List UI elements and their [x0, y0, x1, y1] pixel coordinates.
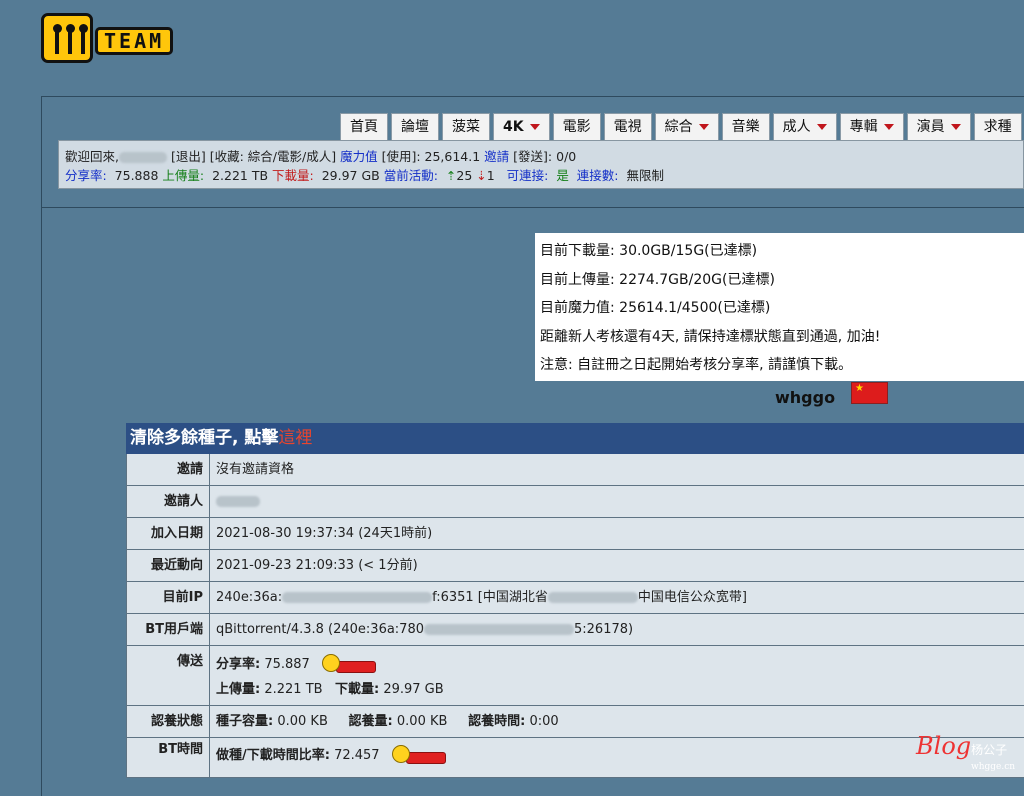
nav-tab[interactable]: 演員	[906, 113, 971, 140]
cleanup-link[interactable]: 這裡	[278, 428, 312, 448]
logout-link[interactable]: [退出]	[171, 149, 206, 164]
row-value: 2021-09-23 21:09:33 (< 1分前)	[216, 558, 418, 573]
nav-tab[interactable]: 成人	[772, 113, 837, 140]
china-flag-icon: ★	[851, 382, 888, 404]
notice-line: 目前魔力值: 25614.1/4500(已達標)	[540, 300, 771, 316]
invite-link[interactable]: 邀請	[484, 149, 509, 164]
seeding-value: 種子容量: 0.00 KB 認養量: 0.00 KB 認養時間: 0:00	[216, 714, 559, 729]
newbie-assessment-notice: 目前下載量: 30.0GB/15G(已達標) 目前上傳量: 2274.7GB/2…	[535, 233, 1024, 381]
favorites-link[interactable]: [收藏: 綜合/電影/成人]	[210, 149, 336, 164]
transfer-value: 分享率: 75.887 上傳量: 2.221 TB 下載量: 29.97 GB	[210, 646, 444, 705]
nav-tab[interactable]: 求種	[973, 113, 1022, 140]
ip-location-redacted	[547, 592, 638, 603]
ratio-value: 75.888	[114, 168, 159, 183]
connections-value: 無限制	[626, 168, 664, 183]
ip-redacted	[282, 592, 433, 603]
dropdown-caret-icon	[950, 124, 961, 130]
row-label: 傳送	[127, 646, 210, 705]
dropdown-caret-icon	[883, 124, 894, 130]
site-logo[interactable]: TEAM	[41, 12, 174, 64]
blog-watermark: Blog杨公子 whgge.cn	[916, 732, 1016, 772]
nav-tab[interactable]: 音樂	[721, 113, 770, 140]
row-label: BT時間	[127, 738, 210, 777]
nav-tab[interactable]: 首頁	[340, 113, 388, 140]
client-value: qBittorrent/4.3.8 (240e:36a:780 5:26178)	[216, 622, 634, 637]
row-value: 沒有邀請資格	[216, 462, 295, 477]
notice-line: 目前上傳量: 2274.7GB/20G(已達標)	[540, 271, 775, 288]
upload-label: 上傳量:	[162, 168, 205, 183]
row-label: BT用戶端	[127, 614, 210, 645]
nav-tab[interactable]: 電影	[552, 113, 601, 140]
table-row: 目前IP 240e:36a: f:6351 [中国湖北省 中国电信公众宽带]	[126, 582, 1024, 614]
dropdown-caret-icon	[816, 124, 827, 130]
table-row: 認養狀態 種子容量: 0.00 KB 認養量: 0.00 KB 認養時間: 0:…	[126, 706, 1024, 738]
table-row: 傳送 分享率: 75.887 上傳量: 2.221 TB 下載量: 29.97 …	[126, 646, 1024, 706]
notice-line: 注意: 自註冊之日起開始考核分享率, 請謹慎下載。	[540, 357, 853, 373]
upload-value: 2.221 TB	[212, 168, 269, 183]
client-ip-redacted	[424, 624, 574, 635]
nav-tab[interactable]: 菠菜	[442, 113, 490, 140]
dropdown-caret-icon	[698, 124, 709, 130]
active-label: 當前活動:	[383, 168, 438, 183]
active-down: 1	[486, 168, 495, 183]
table-row: 邀請人	[126, 486, 1024, 518]
username-redacted	[118, 152, 167, 163]
notice-line: 目前下載量: 30.0GB/15G(已達標)	[540, 243, 758, 259]
nav-tab[interactable]: 綜合	[654, 113, 719, 140]
magic-link[interactable]: 魔力值	[340, 149, 378, 164]
row-label: 邀請人	[127, 486, 210, 517]
download-value: 29.97 GB	[321, 168, 380, 183]
connectable-value: 是	[556, 168, 569, 183]
nav-tab[interactable]: 專輯	[839, 113, 904, 140]
time-ratio-smiley-icon	[391, 744, 448, 768]
nav-tab[interactable]: 電視	[603, 113, 652, 140]
invite-value: [發送]: 0/0	[513, 149, 577, 164]
ratio-smiley-icon	[321, 653, 378, 677]
logo-wordmark: TEAM	[95, 27, 174, 55]
ip-value: 240e:36a: f:6351 [中国湖北省 中国电信公众宽带]	[216, 590, 747, 605]
ratio-label: 分享率:	[65, 168, 107, 183]
profile-username: whggo	[775, 388, 836, 407]
user-details-table: 清除多餘種子, 點擊這裡 邀請 沒有邀請資格 邀請人 加入日期 2021-08-…	[126, 423, 1024, 778]
row-label: 最近動向	[127, 550, 210, 581]
main-nav: 首頁 論壇 菠菜 4K 電影 電視 綜合 音樂 成人 專輯 演員 求種	[340, 113, 1024, 140]
details-header: 清除多餘種子, 點擊這裡	[126, 423, 1024, 454]
row-label: 加入日期	[127, 518, 210, 549]
welcome-text: 歡迎回來,	[65, 149, 119, 164]
nav-tab[interactable]: 論壇	[391, 113, 439, 140]
bt-time-value: 做種/下載時間比率: 72.457	[210, 738, 448, 777]
connections-label: 連接數:	[576, 168, 619, 183]
table-row: 最近動向 2021-09-23 21:09:33 (< 1分前)	[126, 550, 1024, 582]
leeching-icon: ⇣	[476, 168, 487, 183]
row-label: 目前IP	[127, 582, 210, 613]
seeding-icon: ⇡	[445, 168, 457, 183]
logo-mark	[41, 13, 93, 63]
info-line-2: 分享率: 75.888 上傳量: 2.221 TB 下載量: 29.97 GB …	[65, 166, 1017, 185]
table-row: 加入日期 2021-08-30 19:37:34 (24天1時前)	[126, 518, 1024, 550]
connectable-label: 可連接:	[506, 168, 549, 183]
dropdown-caret-icon	[529, 124, 540, 130]
user-info-bar: 歡迎回來, [退出] [收藏: 綜合/電影/成人] 魔力值 [使用]: 25,6…	[58, 140, 1024, 189]
table-row: 邀請 沒有邀請資格	[126, 454, 1024, 486]
inviter-redacted	[216, 496, 260, 507]
nav-tab[interactable]: 4K	[493, 113, 550, 140]
section-divider	[41, 207, 1024, 208]
inviter-value	[210, 486, 260, 517]
row-value: 2021-08-30 19:37:34 (24天1時前)	[216, 526, 433, 541]
info-line-1: 歡迎回來, [退出] [收藏: 綜合/電影/成人] 魔力值 [使用]: 25,6…	[65, 147, 1017, 166]
header-text: 清除多餘種子, 點擊	[130, 428, 279, 448]
magic-value: [使用]: 25,614.1	[381, 149, 481, 164]
table-row: BT時間 做種/下載時間比率: 72.457	[126, 738, 1024, 778]
download-label: 下載量:	[272, 168, 314, 183]
table-row: BT用戶端 qBittorrent/4.3.8 (240e:36a:780 5:2…	[126, 614, 1024, 646]
row-label: 邀請	[127, 454, 210, 485]
row-label: 認養狀態	[127, 706, 210, 737]
active-up: 25	[456, 168, 473, 183]
notice-line: 距離新人考核還有4天, 請保持達標狀態直到通過, 加油!	[540, 328, 881, 345]
